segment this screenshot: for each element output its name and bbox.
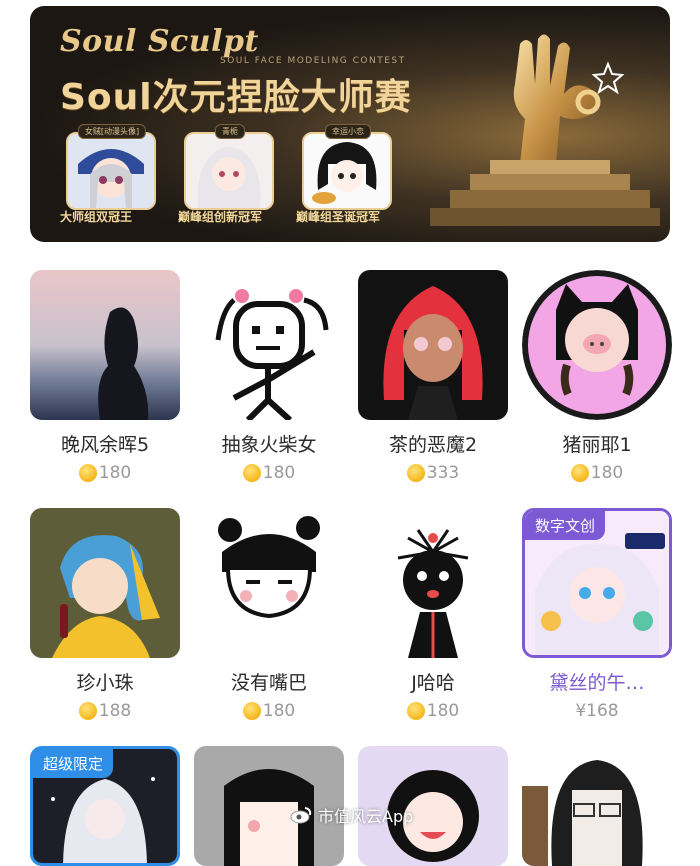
- prize-1[interactable]: 女贼[动漫头像] 大师组双冠王: [60, 124, 164, 226]
- price-value: 180: [262, 463, 296, 483]
- contest-banner[interactable]: Soul Sculpt SOUL FACE MODELING CONTEST S…: [30, 6, 670, 242]
- product-thumbnail: [194, 508, 344, 658]
- weibo-icon: [290, 807, 312, 824]
- prize-tag: 女贼[动漫头像]: [77, 124, 147, 139]
- product-price: 333: [358, 463, 508, 483]
- product-card[interactable]: [522, 746, 672, 866]
- price-value: ¥168: [575, 701, 619, 721]
- prize-avatar: [184, 132, 274, 210]
- product-card[interactable]: 珍小珠 188: [30, 508, 180, 721]
- product-price: 188: [30, 701, 180, 721]
- coin-icon: [406, 702, 425, 720]
- golden-hand-trophy-icon: [513, 34, 625, 164]
- product-card[interactable]: 数字文创 黛丝的午… ¥168: [522, 508, 672, 721]
- super-limited-badge: 超级限定: [33, 749, 114, 778]
- product-thumbnail: [30, 270, 180, 420]
- product-thumbnail: [358, 508, 508, 658]
- product-thumbnail: [358, 270, 508, 420]
- prize-avatar: [66, 132, 156, 210]
- watermark-text: 市值风云App: [318, 807, 414, 826]
- prize-tag: 幸运小恋: [325, 124, 371, 139]
- product-card[interactable]: 没有嘴巴 180: [194, 508, 344, 721]
- product-price: 180: [194, 463, 344, 483]
- prize-label: 巅峰组创新冠军: [178, 210, 263, 224]
- product-name: 猪丽耶1: [562, 434, 632, 456]
- soul-sculpt-logo: Soul Sculpt: [60, 24, 259, 59]
- coin-icon: [406, 464, 425, 482]
- prize-3[interactable]: 幸运小恋 巅峰组圣诞冠军: [296, 124, 400, 226]
- product-name: 黛丝的午…: [549, 672, 645, 694]
- product-price: 180: [30, 463, 180, 483]
- price-value: 180: [98, 463, 132, 483]
- product-name: 晚风余晖5: [60, 434, 150, 456]
- prize-row: 女贼[动漫头像] 大师组双冠王 青栀 巅峰组创新冠军 幸运小恋 巅峰组圣诞冠军: [60, 124, 400, 226]
- product-price: 180: [522, 463, 672, 483]
- prize-tag: 青栀: [215, 124, 245, 139]
- price-value: 180: [262, 701, 296, 721]
- price-value: 180: [426, 701, 460, 721]
- product-card[interactable]: J哈哈 180: [358, 508, 508, 721]
- product-name: 珍小珠: [76, 672, 134, 694]
- product-price: 180: [194, 701, 344, 721]
- product-price: ¥168: [522, 701, 672, 721]
- digital-culture-badge: 数字文创: [525, 511, 606, 540]
- prize-label: 巅峰组圣诞冠军: [296, 210, 381, 224]
- product-price: 180: [358, 701, 508, 721]
- product-card[interactable]: 超级限定: [30, 746, 180, 866]
- coin-icon: [570, 464, 589, 482]
- product-card[interactable]: 茶的恶魔2 333: [358, 270, 508, 483]
- product-thumbnail: [522, 746, 672, 866]
- product-name: J哈哈: [411, 672, 455, 694]
- product-card[interactable]: 抽象火柴女 180: [194, 270, 344, 483]
- trophy-pedestal: [430, 160, 660, 226]
- product-thumbnail: [522, 270, 672, 420]
- prize-label: 大师组双冠王: [60, 210, 133, 224]
- banner-subtitle: SOUL FACE MODELING CONTEST: [220, 56, 406, 66]
- prize-2[interactable]: 青栀 巅峰组创新冠军: [178, 124, 282, 226]
- product-name: 没有嘴巴: [230, 672, 307, 694]
- watermark: 市值风云App: [290, 803, 413, 827]
- banner-title: Soul次元捏脸大师赛: [60, 77, 412, 118]
- price-value: 188: [98, 701, 132, 721]
- product-thumbnail: [30, 508, 180, 658]
- price-value: 333: [426, 463, 460, 483]
- coin-icon: [78, 464, 97, 482]
- price-value: 180: [590, 463, 624, 483]
- coin-icon: [242, 702, 261, 720]
- product-card[interactable]: 晚风余晖5 180: [30, 270, 180, 483]
- coin-icon: [242, 464, 261, 482]
- product-name: 抽象火柴女: [221, 434, 317, 456]
- product-name: 茶的恶魔2: [388, 434, 478, 456]
- product-card[interactable]: 猪丽耶1 180: [522, 270, 672, 483]
- product-thumbnail: [194, 270, 344, 420]
- product-thumbnail: 超级限定: [30, 746, 180, 866]
- product-thumbnail: 数字文创: [522, 508, 672, 658]
- prize-avatar: [302, 132, 392, 210]
- coin-icon: [78, 702, 97, 720]
